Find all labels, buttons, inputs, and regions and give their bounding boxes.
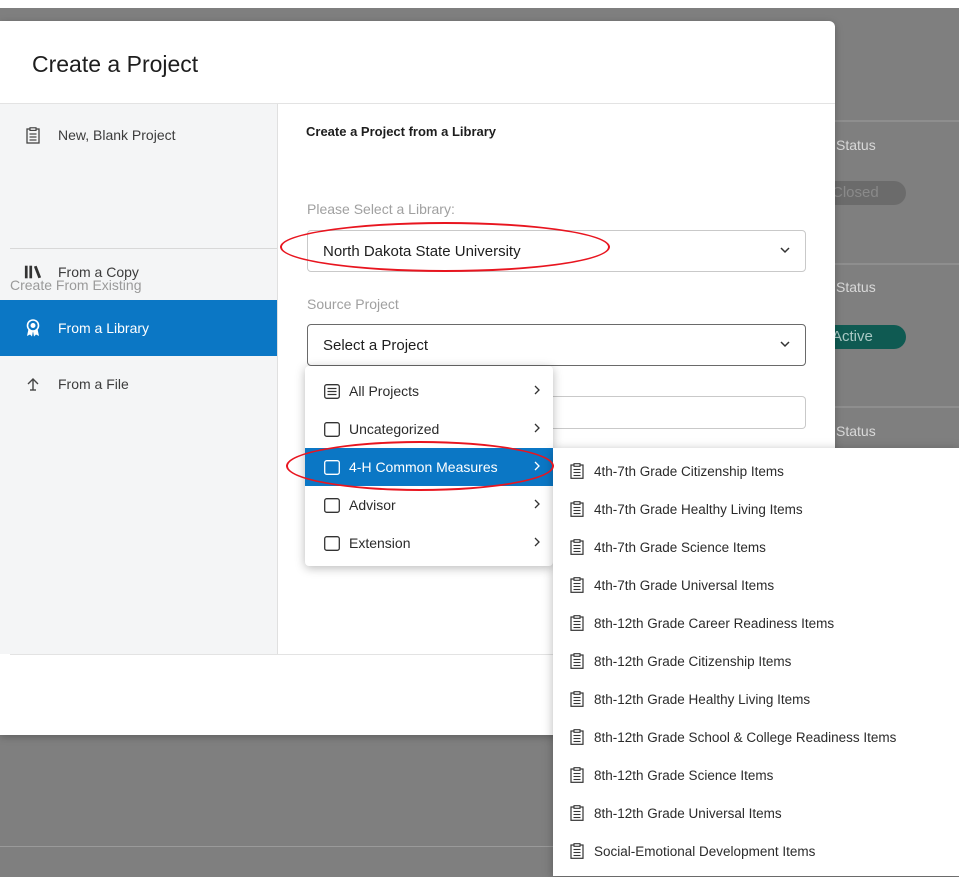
library-field-label: Please Select a Library: xyxy=(307,201,455,217)
sidebar-item-label: From a Copy xyxy=(58,264,139,280)
sidebar: New, Blank Project Create From Existing … xyxy=(0,104,278,654)
clipboard-icon xyxy=(570,539,584,555)
project-category-menu: All Projects Uncategorized 4-H Common Me… xyxy=(305,366,553,566)
submenu-item[interactable]: 8th-12th Grade Universal Items xyxy=(553,794,959,832)
menu-item-label: Advisor xyxy=(349,497,396,513)
submenu-item-label: 4th-7th Grade Universal Items xyxy=(594,577,775,593)
submenu-item[interactable]: 8th-12th Grade Science Items xyxy=(553,756,959,794)
chevron-right-icon xyxy=(534,461,540,471)
folder-icon xyxy=(324,497,340,513)
menu-item-label: All Projects xyxy=(349,383,420,399)
menu-item-advisor[interactable]: Advisor xyxy=(305,486,553,524)
menu-item-extension[interactable]: Extension xyxy=(305,524,553,562)
submenu-item-label: 8th-12th Grade Healthy Living Items xyxy=(594,691,811,707)
submenu-item[interactable]: 4th-7th Grade Science Items xyxy=(553,528,959,566)
menu-item-label: Uncategorized xyxy=(349,421,440,437)
source-project-select[interactable]: Select a Project xyxy=(307,324,806,366)
library-select-value: North Dakota State University xyxy=(323,242,521,260)
clipboard-icon xyxy=(570,577,584,593)
background-status-label: Status xyxy=(836,279,876,295)
ribbon-icon xyxy=(24,319,42,337)
submenu-item-label: 8th-12th Grade School & College Readines… xyxy=(594,729,897,745)
submenu-item[interactable]: 8th-12th Grade Citizenship Items xyxy=(553,642,959,680)
clipboard-icon xyxy=(570,615,584,631)
folder-icon xyxy=(324,421,340,437)
submenu-item-label: 8th-12th Grade Universal Items xyxy=(594,805,782,821)
submenu-item-label: 4th-7th Grade Healthy Living Items xyxy=(594,501,803,517)
clipboard-icon xyxy=(570,653,584,669)
source-project-select-value: Select a Project xyxy=(323,336,429,354)
menu-item-uncategorized[interactable]: Uncategorized xyxy=(305,410,553,448)
submenu-item-label: 8th-12th Grade Career Readiness Items xyxy=(594,615,835,631)
folder-icon xyxy=(324,535,340,551)
background-top-bar xyxy=(0,0,959,8)
background-status-label: Status xyxy=(836,137,876,153)
chevron-right-icon xyxy=(534,385,540,395)
submenu-item[interactable]: Social-Emotional Development Items xyxy=(553,832,959,870)
sidebar-item-from-file[interactable]: From a File xyxy=(0,356,277,412)
sidebar-item-label: From a Library xyxy=(58,320,150,336)
list-icon xyxy=(324,383,340,399)
clipboard-icon xyxy=(24,126,42,144)
menu-item-all-projects[interactable]: All Projects xyxy=(305,372,553,410)
submenu-item[interactable]: 4th-7th Grade Citizenship Items xyxy=(553,452,959,490)
sidebar-item-from-copy[interactable]: From a Copy xyxy=(0,244,277,300)
project-name-input[interactable] xyxy=(540,396,806,429)
submenu-item[interactable]: 4th-7th Grade Universal Items xyxy=(553,566,959,604)
submenu-item-label: Social-Emotional Development Items xyxy=(594,843,816,859)
chevron-right-icon xyxy=(534,423,540,433)
upload-arrow-icon xyxy=(24,375,42,393)
modal-title: Create a Project xyxy=(32,51,199,77)
submenu-item-label: 8th-12th Grade Science Items xyxy=(594,767,774,783)
chevron-right-icon xyxy=(534,499,540,509)
clipboard-icon xyxy=(570,805,584,821)
books-icon xyxy=(24,263,42,281)
source-project-label: Source Project xyxy=(307,296,399,312)
content-heading: Create a Project from a Library xyxy=(306,124,497,139)
library-select[interactable]: North Dakota State University xyxy=(307,230,806,272)
clipboard-icon xyxy=(570,691,584,707)
sidebar-item-new-blank-project[interactable]: New, Blank Project xyxy=(0,104,277,166)
menu-item-label: 4-H Common Measures xyxy=(349,459,498,475)
submenu-item[interactable]: 4th-7th Grade Healthy Living Items xyxy=(553,490,959,528)
chevron-down-icon xyxy=(780,341,790,348)
submenu-item-label: 8th-12th Grade Citizenship Items xyxy=(594,653,792,669)
clipboard-icon xyxy=(570,463,584,479)
submenu-item-label: 4th-7th Grade Science Items xyxy=(594,539,766,555)
clipboard-icon xyxy=(570,767,584,783)
submenu-item-label: 4th-7th Grade Citizenship Items xyxy=(594,463,784,479)
chevron-down-icon xyxy=(780,247,790,254)
folder-icon xyxy=(324,459,340,475)
sidebar-item-label: New, Blank Project xyxy=(58,127,176,143)
submenu-item[interactable]: 8th-12th Grade School & College Readines… xyxy=(553,718,959,756)
sidebar-item-label: From a File xyxy=(58,376,129,392)
submenu-item[interactable]: 8th-12th Grade Career Readiness Items xyxy=(553,604,959,642)
submenu-item[interactable]: 8th-12th Grade Healthy Living Items xyxy=(553,680,959,718)
background-status-label: Status xyxy=(836,423,876,439)
clipboard-icon xyxy=(570,843,584,859)
clipboard-icon xyxy=(570,729,584,745)
clipboard-icon xyxy=(570,501,584,517)
modal-header: Create a Project xyxy=(0,21,835,104)
sidebar-item-from-library[interactable]: From a Library xyxy=(0,300,277,356)
menu-item-label: Extension xyxy=(349,535,411,551)
chevron-right-icon xyxy=(534,537,540,547)
library-project-submenu: 4th-7th Grade Citizenship Items 4th-7th … xyxy=(553,448,959,876)
menu-item-4h-common-measures[interactable]: 4-H Common Measures xyxy=(305,448,553,486)
